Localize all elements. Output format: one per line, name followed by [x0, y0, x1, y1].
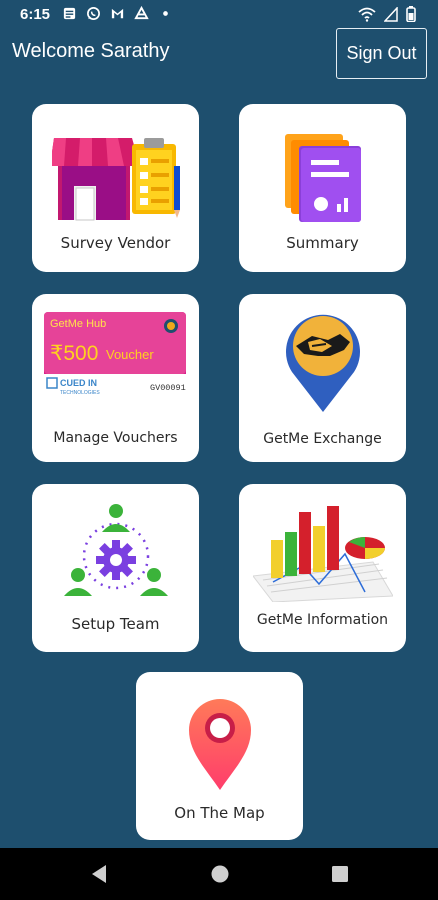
voucher-brand: GetMe Hub	[50, 318, 106, 330]
welcome-title: Welcome Sarathy	[12, 40, 170, 62]
handshake-pin-icon	[286, 314, 360, 412]
tile-manage-vouchers[interactable]: GetMe Hub ₹500 Voucher CUED IN TECHNOLOG…	[32, 294, 199, 462]
tile-label: Manage Vouchers	[53, 430, 178, 446]
sign-out-button[interactable]: Sign Out	[336, 28, 427, 79]
tile-label: GetMe Information	[256, 612, 389, 628]
whatsapp-icon	[87, 7, 100, 20]
system-nav-bar	[0, 848, 438, 900]
voucher-amount: ₹500	[50, 342, 98, 365]
battery-icon	[406, 6, 416, 22]
map-pin-icon	[189, 699, 251, 790]
wifi-icon	[358, 7, 376, 22]
tile-getme-exchange[interactable]: GetMe Exchange	[239, 294, 406, 462]
tile-label: GetMe Exchange	[263, 431, 382, 447]
store-clipboard-icon	[52, 138, 180, 221]
dot-icon	[163, 11, 168, 16]
tile-summary[interactable]: Summary	[239, 104, 406, 272]
bar-chart-icon	[253, 506, 393, 602]
tile-label: On The Map	[174, 804, 265, 822]
tile-survey-vendor[interactable]: Survey Vendor	[32, 104, 199, 272]
drive-icon	[134, 6, 149, 20]
tile-on-the-map[interactable]: On The Map	[136, 672, 303, 840]
home-icon[interactable]	[208, 862, 232, 886]
status-bar: 6:15	[0, 0, 438, 30]
status-time: 6:15	[20, 6, 51, 23]
tile-label: Setup Team	[71, 615, 160, 633]
report-document-icon	[285, 134, 361, 222]
voucher-card-icon: GetMe Hub ₹500 Voucher CUED IN TECHNOLOG…	[44, 312, 186, 400]
voucher-code: GV000914	[150, 383, 186, 393]
tile-label: Summary	[286, 234, 359, 252]
tile-getme-information[interactable]: GetMe Information	[239, 484, 406, 652]
tile-label: Survey Vendor	[60, 234, 171, 252]
notes-icon	[63, 7, 76, 20]
voucher-text: Voucher	[106, 347, 154, 362]
tile-setup-team[interactable]: Setup Team	[32, 484, 199, 652]
signal-icon	[384, 6, 398, 22]
voucher-issuer: CUED IN	[60, 378, 97, 388]
voucher-issuer-sub: TECHNOLOGIES	[60, 390, 100, 396]
back-icon[interactable]	[88, 862, 110, 886]
recents-icon[interactable]	[330, 862, 350, 886]
gmail-icon	[111, 8, 124, 19]
team-gear-icon	[64, 504, 168, 596]
